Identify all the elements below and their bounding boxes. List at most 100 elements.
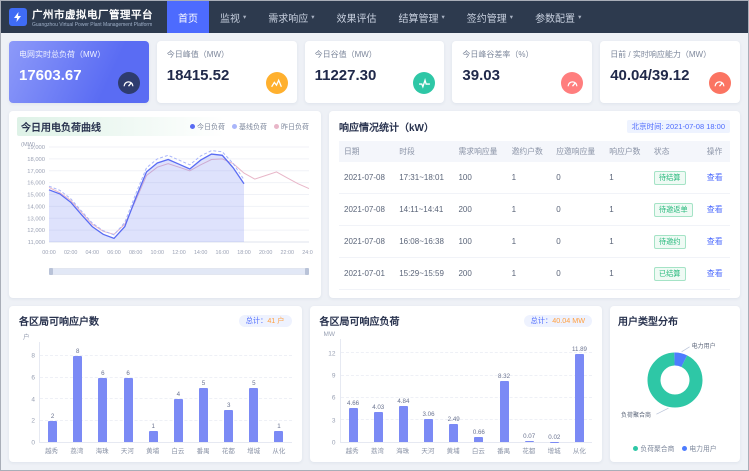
view-link[interactable]: 查看 <box>707 205 723 214</box>
main-menu: 首页监视▾需求响应▾效果评估结算管理▾签约管理▾参数配置▾ <box>167 1 592 33</box>
bar-column-1: 4.03 <box>366 339 391 442</box>
bar-value-label: 4.03 <box>372 404 384 411</box>
app-title-block: 广州市虚拟电厂管理平台 Guangzhou Virtual Power Plan… <box>32 7 153 28</box>
user-type-title: 用户类型分布 <box>618 313 732 328</box>
chart-zoom-slider[interactable] <box>49 268 309 275</box>
table-cell: 1 <box>507 226 552 258</box>
bar-rect[interactable] <box>224 410 233 442</box>
app-logo: 广州市虚拟电厂管理平台 Guangzhou Virtual Power Plan… <box>9 1 153 33</box>
app-subtitle: Guangzhou Virtual Power Plant Management… <box>32 22 153 28</box>
kpi-today-peak: 今日峰值（MW） 18415.52 <box>157 41 297 103</box>
bar-rect[interactable] <box>174 399 183 442</box>
bar-rect[interactable] <box>474 437 483 442</box>
svg-text:16:00: 16:00 <box>216 250 230 256</box>
nav-item-3[interactable]: 效果评估 <box>326 1 388 33</box>
pulse-icon <box>413 72 435 94</box>
nav-item-label: 需求响应 <box>268 10 308 25</box>
nav-item-label: 监视 <box>220 10 240 25</box>
zoom-handle-left[interactable] <box>49 268 53 275</box>
bar-rect[interactable] <box>424 419 433 442</box>
y-axis-tick: 3 <box>332 417 336 424</box>
bar-rect[interactable] <box>73 356 82 442</box>
x-axis-label: 番禺 <box>191 443 216 455</box>
x-axis-label: 黄埔 <box>441 443 466 455</box>
kpi-label: 今日谷值（MW） <box>315 49 435 60</box>
view-link[interactable]: 查看 <box>707 269 723 278</box>
status-badge: 待邀约 <box>654 235 686 249</box>
svg-text:18:00: 18:00 <box>237 250 251 256</box>
svg-text:18,000: 18,000 <box>27 157 45 163</box>
badge-value: 40.04 MW <box>552 316 585 325</box>
table-cell: 16:08~16:38 <box>394 226 453 258</box>
load-curve-legend: 今日负荷基线负荷 昨日负荷 <box>190 122 309 132</box>
nav-item-0[interactable]: 首页 <box>167 1 209 33</box>
bar-value-label: 6 <box>126 370 129 377</box>
bar-rect[interactable] <box>399 406 408 442</box>
bar-rect[interactable] <box>374 412 383 442</box>
table-cell: 100 <box>453 162 506 194</box>
table-cell: 0 <box>551 194 604 226</box>
legend-item-power-user[interactable]: 电力用户 <box>682 443 716 453</box>
bar-value-label: 5 <box>202 380 205 387</box>
x-axis-label: 花都 <box>216 443 241 455</box>
bar-rect[interactable] <box>249 388 258 442</box>
bar-value-label: 4 <box>177 391 180 398</box>
view-link[interactable]: 查看 <box>707 237 723 246</box>
svg-text:15,000: 15,000 <box>27 193 45 199</box>
nav-item-label: 首页 <box>178 10 198 25</box>
bar-rect[interactable] <box>349 408 358 442</box>
x-axis: 越秀荔湾海珠天河黄埔白云番禺花都增城从化 <box>39 443 292 455</box>
bar-rect[interactable] <box>274 431 283 442</box>
district-users-title: 各区局可响应户数 <box>19 313 99 328</box>
kpi-today-valley: 今日谷值（MW） 11227.30 <box>305 41 445 103</box>
bar-rect[interactable] <box>48 421 57 443</box>
bar-rect[interactable] <box>124 378 133 443</box>
bar-rect[interactable] <box>500 381 509 442</box>
bar-value-label: 0.07 <box>523 433 535 440</box>
svg-text:电力用户: 电力用户 <box>692 342 716 350</box>
chevron-down-icon: ▾ <box>578 13 581 21</box>
table-row: 2021-07-0814:11~14:41200101待邀返单查看 <box>339 194 730 226</box>
y-axis-tick: 8 <box>31 353 35 360</box>
nav-item-4[interactable]: 结算管理▾ <box>388 1 456 33</box>
svg-text:14,000: 14,000 <box>27 204 45 210</box>
legend-item[interactable]: 今日负荷 <box>190 122 225 132</box>
svg-text:12,000: 12,000 <box>27 228 45 234</box>
bar-value-label: 3 <box>227 402 230 409</box>
x-axis-label: 增城 <box>542 443 567 455</box>
legend-item[interactable]: 昨日负荷 <box>274 122 309 132</box>
zoom-handle-right[interactable] <box>305 268 309 275</box>
nav-item-6[interactable]: 参数配置▾ <box>524 1 592 33</box>
middle-row: 今日用电负荷曲线 今日负荷基线负荷昨日负荷 11,00012,00013,000… <box>1 103 748 298</box>
nav-item-label: 参数配置 <box>535 10 575 25</box>
table-cell: 0 <box>551 162 604 194</box>
zoom-range[interactable] <box>50 269 308 274</box>
bar-rect[interactable] <box>449 424 458 442</box>
bar-rect[interactable] <box>98 378 107 443</box>
nav-item-1[interactable]: 监视▾ <box>209 1 257 33</box>
svg-text:20:00: 20:00 <box>259 250 273 256</box>
column-header: 应邀响应量 <box>551 141 604 162</box>
bar-rect[interactable] <box>149 431 158 442</box>
nav-item-2[interactable]: 需求响应▾ <box>257 1 325 33</box>
bar-column-7: 0.07 <box>517 339 542 442</box>
legend-item[interactable]: 基线负荷 <box>232 122 267 132</box>
y-axis-tick: 9 <box>332 372 336 379</box>
x-axis-label: 越秀 <box>39 443 64 455</box>
nav-item-5[interactable]: 签约管理▾ <box>456 1 524 33</box>
legend-label: 昨日负荷 <box>281 122 309 132</box>
table-cell: 2021-07-08 <box>339 194 394 226</box>
y-axis-tick: 6 <box>332 395 336 402</box>
svg-text:02:00: 02:00 <box>64 250 78 256</box>
table-row: 2021-07-0817:31~18:01100101待结算查看 <box>339 162 730 194</box>
bar-rect[interactable] <box>199 388 208 442</box>
load-curve-header: 今日用电负荷曲线 今日负荷基线负荷昨日负荷 <box>17 117 313 136</box>
bar-rect[interactable] <box>575 354 584 442</box>
bar-value-label: 3.06 <box>423 411 435 418</box>
total-users-badge: 总计：41 户 <box>239 315 292 327</box>
view-link[interactable]: 查看 <box>707 173 723 182</box>
legend-item-aggregator[interactable]: 负荷聚合商 <box>633 443 674 453</box>
svg-text:14:00: 14:00 <box>194 250 208 256</box>
badge-prefix: 总计： <box>531 316 553 325</box>
bar-rect[interactable] <box>525 441 534 442</box>
